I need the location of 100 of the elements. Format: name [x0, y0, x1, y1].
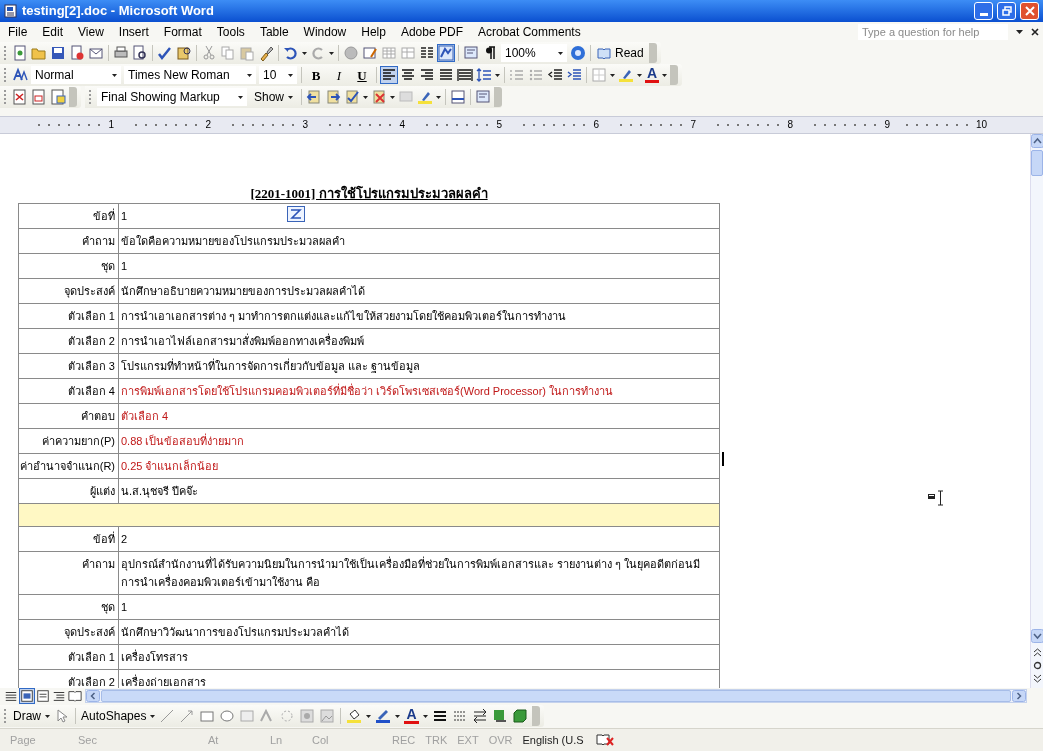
caret-icon[interactable]	[288, 73, 293, 77]
highlight-icon[interactable]	[417, 89, 434, 105]
restore-button[interactable]	[997, 2, 1016, 20]
vertical-scrollbar[interactable]	[1030, 134, 1043, 688]
3d-icon[interactable]	[511, 708, 528, 724]
oval-icon[interactable]	[219, 708, 236, 724]
picture-icon[interactable]	[319, 708, 336, 724]
menu-item[interactable]: Insert	[118, 23, 149, 41]
decrease-indent-icon[interactable]	[547, 67, 563, 83]
caret-icon[interactable]	[436, 95, 442, 99]
scroll-left-icon[interactable]	[86, 690, 100, 702]
reviewing-pane-icon[interactable]	[450, 89, 467, 105]
pdf-icon[interactable]	[12, 89, 28, 105]
next-change-icon[interactable]	[325, 89, 342, 105]
format-button[interactable]: B	[306, 66, 326, 84]
font-color-button[interactable]: A	[404, 708, 419, 724]
clip-art-icon[interactable]	[299, 708, 316, 724]
caret-icon[interactable]	[422, 714, 428, 718]
open-folder-icon[interactable]	[31, 45, 47, 61]
scroll-down-icon[interactable]	[1030, 629, 1043, 643]
reject-change-icon[interactable]	[371, 89, 388, 105]
caret-icon[interactable]	[288, 95, 294, 99]
print-preview-icon[interactable]	[132, 45, 148, 61]
caret-icon[interactable]	[662, 73, 668, 77]
web-layout-icon[interactable]	[20, 689, 34, 703]
new-document-icon[interactable]	[12, 45, 28, 61]
print-icon[interactable]	[113, 45, 129, 61]
caret-icon[interactable]	[112, 73, 117, 77]
help-icon[interactable]	[570, 45, 586, 61]
display-dropdown[interactable]: Final Showing Markup	[97, 88, 247, 106]
toolbar-grip[interactable]	[4, 68, 7, 82]
brush-icon[interactable]	[258, 45, 274, 61]
scroll-up-icon[interactable]	[1030, 134, 1043, 148]
review-pdf-icon[interactable]	[50, 89, 66, 105]
caret-icon[interactable]	[637, 73, 642, 77]
caret-icon[interactable]	[238, 95, 243, 99]
menu-item[interactable]: Tools	[216, 23, 245, 41]
normal-view-icon[interactable]	[4, 689, 18, 703]
read-button[interactable]: Read	[595, 44, 646, 62]
caret-icon[interactable]	[366, 714, 372, 718]
columns-icon[interactable]	[419, 45, 435, 61]
align-center-icon[interactable]	[400, 67, 416, 83]
draw-menu-button[interactable]: Draw	[13, 707, 50, 725]
spelling-status-icon[interactable]	[595, 733, 614, 747]
menu-item[interactable]: Adobe PDF	[400, 23, 463, 41]
email-icon[interactable]	[88, 45, 104, 61]
menu-item[interactable]: Window	[303, 23, 347, 41]
caret-icon[interactable]	[45, 714, 50, 718]
toolbar-grip[interactable]	[4, 709, 7, 723]
show-button[interactable]: Show	[250, 88, 298, 106]
scroll-thumb[interactable]	[1031, 150, 1043, 176]
pdf-email-icon[interactable]	[31, 89, 47, 105]
style-icon[interactable]	[12, 67, 28, 83]
format-button[interactable]: I	[329, 66, 349, 84]
minimize-button[interactable]	[974, 2, 993, 20]
line-style-icon[interactable]	[431, 708, 448, 724]
toolbar-grip[interactable]	[4, 90, 7, 104]
align-right-icon[interactable]	[419, 67, 435, 83]
caret-icon[interactable]	[610, 73, 615, 77]
highlight-icon[interactable]	[618, 67, 634, 83]
menu-item[interactable]: Edit	[42, 23, 64, 41]
menu-item[interactable]: Table	[259, 23, 289, 41]
caret-icon[interactable]	[302, 51, 307, 55]
justify-icon[interactable]	[438, 67, 454, 83]
caret-icon[interactable]	[395, 714, 401, 718]
caret-icon[interactable]	[150, 714, 156, 718]
line-color-icon[interactable]	[375, 708, 392, 724]
menu-item[interactable]: Format	[163, 23, 202, 41]
shadow-icon[interactable]	[491, 708, 508, 724]
spelling-icon[interactable]	[157, 45, 173, 61]
menu-item[interactable]: File	[8, 23, 28, 41]
research-icon[interactable]	[176, 45, 192, 61]
comment-marker-icon[interactable]	[287, 206, 305, 222]
help-search-field[interactable]: Type a question for help	[858, 24, 1008, 40]
accept-change-icon[interactable]	[344, 89, 361, 105]
tables-borders-icon[interactable]	[362, 45, 378, 61]
distributed-icon[interactable]	[457, 67, 473, 83]
undo-icon[interactable]	[283, 45, 299, 61]
browse-object-icon[interactable]	[1032, 661, 1042, 670]
drawing-icon[interactable]	[438, 45, 454, 61]
save-icon[interactable]	[50, 45, 66, 61]
toolbar-grip[interactable]	[89, 90, 92, 104]
permission-icon[interactable]	[69, 45, 85, 61]
autoshapes-button[interactable]: AutoShapes	[81, 707, 156, 725]
toolbar-grip[interactable]	[4, 46, 7, 60]
format-button[interactable]: U	[352, 66, 372, 84]
caret-icon[interactable]	[390, 95, 396, 99]
fill-color-icon[interactable]	[346, 708, 363, 724]
align-left-icon[interactable]	[381, 67, 397, 83]
font-color-button[interactable]: A	[645, 67, 660, 83]
increase-indent-icon[interactable]	[566, 67, 582, 83]
style-dropdown[interactable]: Normal	[31, 66, 121, 84]
scroll-thumb[interactable]	[101, 690, 1011, 702]
caret-icon[interactable]	[247, 73, 252, 77]
menu-item[interactable]: Acrobat Comments	[478, 23, 581, 41]
previous-page-icon[interactable]	[1032, 647, 1042, 657]
caret-icon[interactable]	[495, 73, 500, 77]
caret-icon[interactable]	[558, 51, 563, 55]
zoom-dropdown[interactable]: 100%	[501, 44, 567, 62]
print-layout-icon[interactable]	[36, 689, 50, 703]
